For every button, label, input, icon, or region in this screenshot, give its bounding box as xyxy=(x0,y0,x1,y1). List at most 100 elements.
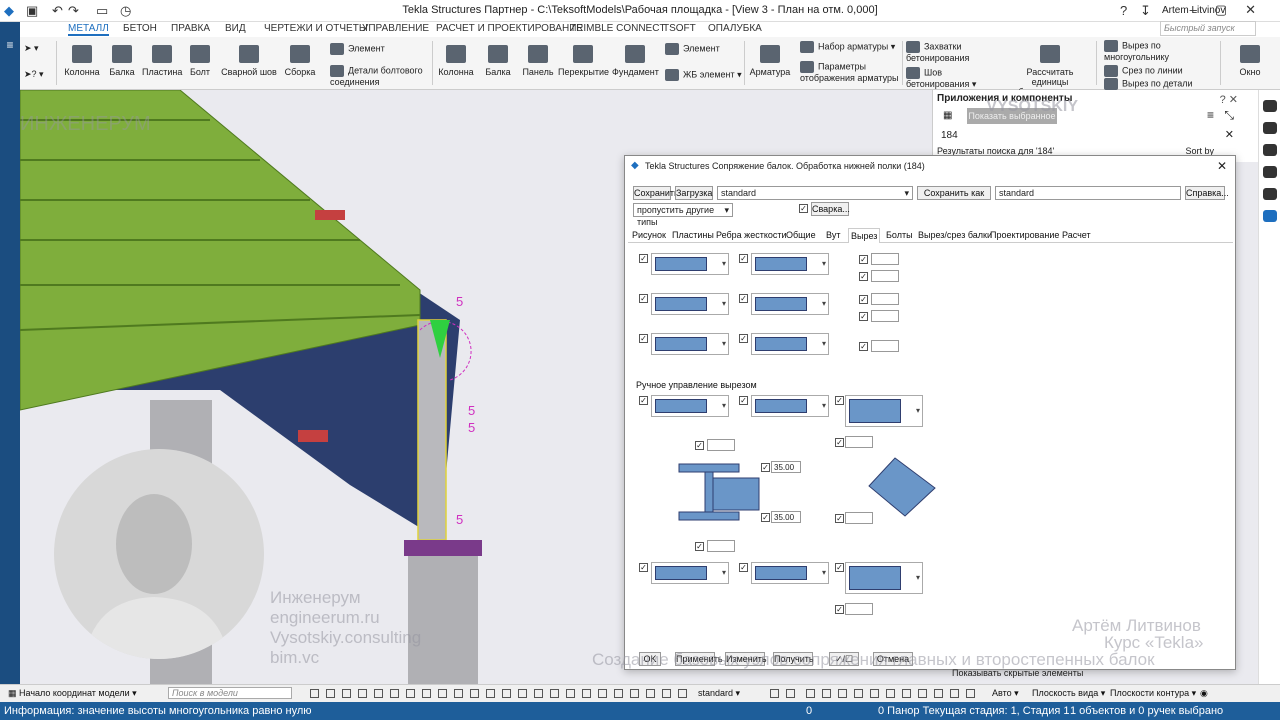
snap-icon[interactable] xyxy=(614,689,623,698)
snap-icon[interactable] xyxy=(678,689,687,698)
option-checkbox[interactable]: ✓ xyxy=(835,438,844,447)
cut-type-select[interactable]: ▾ xyxy=(751,562,829,584)
snap-icon[interactable] xyxy=(454,689,463,698)
query-icon[interactable]: ➤? ▾ xyxy=(24,69,44,79)
option-checkbox[interactable]: ✓ xyxy=(859,295,868,304)
origin-select[interactable]: ▦ Начало координат модели ▾ xyxy=(8,688,137,699)
value-input[interactable] xyxy=(845,512,873,524)
option-checkbox[interactable]: ✓ xyxy=(639,334,648,343)
snap-icon[interactable] xyxy=(662,689,671,698)
welding-button[interactable]: Сварка... xyxy=(811,202,850,216)
snap-icon[interactable] xyxy=(390,689,399,698)
concrete-element-button[interactable]: Элемент xyxy=(665,43,720,55)
cut-line-button[interactable]: Срез по линии xyxy=(1104,65,1183,77)
tab-picture[interactable]: Рисунок xyxy=(630,230,668,240)
view-icon[interactable] xyxy=(918,689,927,698)
tab-design[interactable]: Проектирование xyxy=(988,230,1061,240)
auto-select[interactable]: Авто ▾ xyxy=(992,688,1019,699)
option-checkbox[interactable]: ✓ xyxy=(739,396,748,405)
bolt-details-button[interactable]: Детали болтового соединения xyxy=(330,65,426,87)
snap-icon[interactable] xyxy=(502,689,511,698)
snap-icon[interactable] xyxy=(646,689,655,698)
redo-icon[interactable]: ↷ xyxy=(68,3,79,19)
clear-search-icon[interactable]: ✕ xyxy=(1225,128,1234,141)
view-icon[interactable] xyxy=(870,689,879,698)
panel-search-input[interactable]: 184 xyxy=(941,130,958,141)
property-icon[interactable] xyxy=(1262,100,1277,112)
cut-type-select[interactable]: ▾ xyxy=(751,293,829,315)
view-icon[interactable] xyxy=(934,689,943,698)
cut-type-select[interactable]: ▾ xyxy=(651,395,729,417)
tab-cut[interactable]: Вырез xyxy=(848,228,881,243)
option-checkbox[interactable]: ✓ xyxy=(835,605,844,614)
cut-type-select[interactable]: ▾ xyxy=(751,253,829,275)
steel-column-button[interactable]: Колонна xyxy=(62,45,102,77)
weld-button[interactable]: Сварной шов xyxy=(220,45,278,77)
element-button[interactable]: Элемент xyxy=(330,43,385,55)
select-arrow-icon[interactable]: ➤ ▾ xyxy=(24,43,39,53)
option-checkbox[interactable]: ✓ xyxy=(835,396,844,405)
hidden-elements-label[interactable]: Показывать скрытые элементы xyxy=(952,668,1083,678)
save-as-button[interactable]: Сохранить как xyxy=(917,186,991,200)
menu-edit[interactable]: ПРАВКА xyxy=(171,23,210,34)
globe-icon[interactable] xyxy=(1262,144,1277,156)
list-icon[interactable]: ≡ xyxy=(1207,108,1214,122)
view-plane-select[interactable]: Плоскость вида ▾ xyxy=(1032,688,1105,699)
snap-icon[interactable] xyxy=(470,689,479,698)
value-input[interactable] xyxy=(845,603,873,615)
save-as-input[interactable]: standard xyxy=(995,186,1181,200)
option-checkbox[interactable]: ✓ xyxy=(639,294,648,303)
snap-icon[interactable] xyxy=(582,689,591,698)
snap-icon[interactable] xyxy=(422,689,431,698)
cut-type-select[interactable]: ▾ xyxy=(651,253,729,275)
select-icon[interactable] xyxy=(310,689,319,698)
quick-launch-input[interactable]: Быстрый запуск xyxy=(1160,21,1256,36)
cube-icon[interactable] xyxy=(1262,188,1277,200)
value-input[interactable] xyxy=(871,310,899,322)
value-input[interactable] xyxy=(871,293,899,305)
option-checkbox[interactable]: ✓ xyxy=(739,294,748,303)
skip-types-select[interactable]: пропустить другие типы ▾ xyxy=(633,203,733,227)
snap-icon[interactable] xyxy=(406,689,415,698)
snap-icon[interactable] xyxy=(630,689,639,698)
close-icon[interactable]: ✕ xyxy=(1217,159,1227,173)
slab-button[interactable]: Перекрытие xyxy=(558,45,609,77)
option-checkbox[interactable]: ✓ xyxy=(639,254,648,263)
snap-icon[interactable] xyxy=(374,689,383,698)
rc-element-button[interactable]: ЖБ элемент ▾ xyxy=(665,69,742,81)
menu-formwork[interactable]: ОПАЛУБКА xyxy=(708,23,762,34)
value-input[interactable] xyxy=(871,270,899,282)
steel-beam-button[interactable]: Балка xyxy=(102,45,142,77)
view-icon[interactable] xyxy=(838,689,847,698)
cut-part-button[interactable]: Вырез по детали xyxy=(1104,78,1193,90)
snap-icon[interactable] xyxy=(566,689,575,698)
rebar-display-button[interactable]: Параметры отображения арматуры xyxy=(800,61,900,83)
option-checkbox[interactable]: ✓ xyxy=(761,463,770,472)
settings-icon[interactable] xyxy=(1262,122,1277,134)
menu-tsoft[interactable]: TSOFT xyxy=(663,23,696,34)
preset-select[interactable]: standard ▾ xyxy=(717,186,913,200)
tab-general[interactable]: Общие xyxy=(784,230,818,240)
cut-type-select[interactable]: ▾ xyxy=(751,395,829,417)
menu-metal[interactable]: МЕТАЛЛ xyxy=(68,23,109,36)
option-checkbox[interactable]: ✓ xyxy=(639,396,648,405)
concrete-column-button[interactable]: Колонна xyxy=(434,45,478,77)
tab-bolts[interactable]: Болты xyxy=(884,230,915,240)
panel-controls[interactable]: ? ✕ xyxy=(1220,93,1238,106)
welding-checkbox[interactable]: ✓ xyxy=(799,204,808,213)
top-cut-dimension-input[interactable]: 35.00 xyxy=(771,461,801,473)
snap-icon[interactable] xyxy=(342,689,351,698)
option-checkbox[interactable]: ✓ xyxy=(695,441,704,450)
menu-analysis[interactable]: РАСЧЕТ И ПРОЕКТИРОВАНИЕ xyxy=(436,23,583,34)
tab-haunch[interactable]: Вут xyxy=(824,230,843,240)
components-icon[interactable] xyxy=(1262,210,1277,222)
option-checkbox[interactable]: ✓ xyxy=(639,563,648,572)
tab-analysis[interactable]: Расчет xyxy=(1060,230,1093,240)
snap-icon[interactable] xyxy=(518,689,527,698)
view-icon[interactable] xyxy=(966,689,975,698)
view-icon[interactable] xyxy=(950,689,959,698)
panel-button[interactable]: Панель xyxy=(518,45,558,77)
menu-view[interactable]: ВИД xyxy=(225,23,246,34)
menu-icon[interactable]: ≡ xyxy=(0,38,20,52)
bottom-cut-dimension-input[interactable]: 35.00 xyxy=(771,511,801,523)
